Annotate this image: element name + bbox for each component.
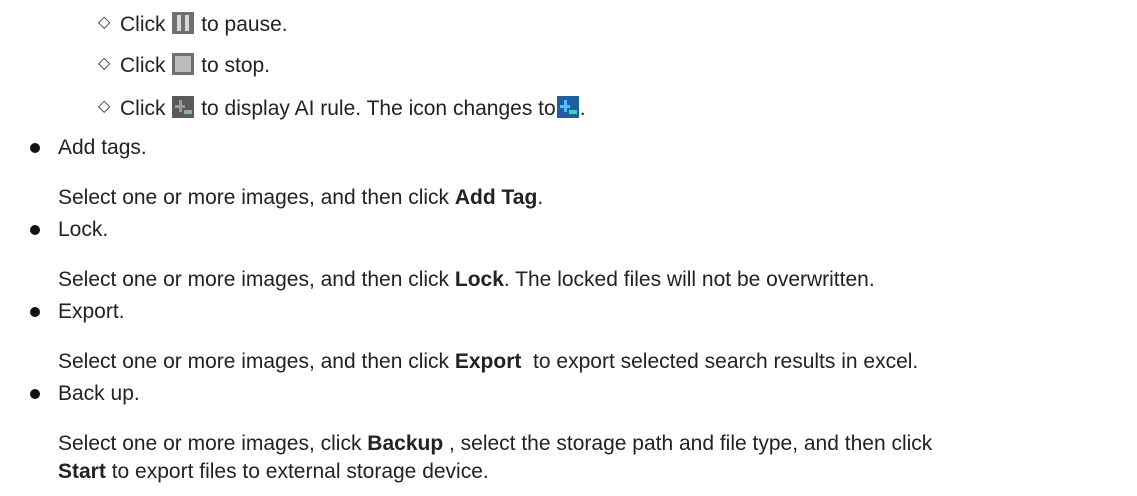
stop-icon (172, 53, 195, 82)
ai-rule-instruction: Click to display AI rule. The icon chang… (120, 96, 586, 125)
diamond-bullet: ◇ (98, 98, 111, 115)
action-description: Select one or more images, and then clic… (58, 350, 919, 373)
ai-rule-icon (172, 96, 195, 125)
action-description: Select one or more images, click Backup … (58, 432, 933, 455)
ai-rule-active-icon (556, 96, 579, 125)
stop-instruction: Click to stop. (120, 53, 270, 82)
action-title: Add tags. (58, 136, 147, 159)
bullet (30, 389, 40, 399)
action-title: Lock. (58, 218, 109, 241)
diamond-bullet: ◇ (98, 14, 111, 31)
action-title: Export. (58, 300, 125, 323)
bullet (30, 225, 40, 235)
pause-icon (172, 12, 195, 41)
action-title: Back up. (58, 382, 140, 405)
action-description: Select one or more images, and then clic… (58, 186, 544, 209)
action-description: Select one or more images, and then clic… (58, 268, 875, 291)
diamond-bullet: ◇ (98, 55, 111, 72)
bullet (30, 307, 40, 317)
pause-instruction: Click to pause. (120, 12, 288, 41)
bullet (30, 143, 40, 153)
action-description-continued: Start to export files to external storag… (58, 460, 489, 483)
